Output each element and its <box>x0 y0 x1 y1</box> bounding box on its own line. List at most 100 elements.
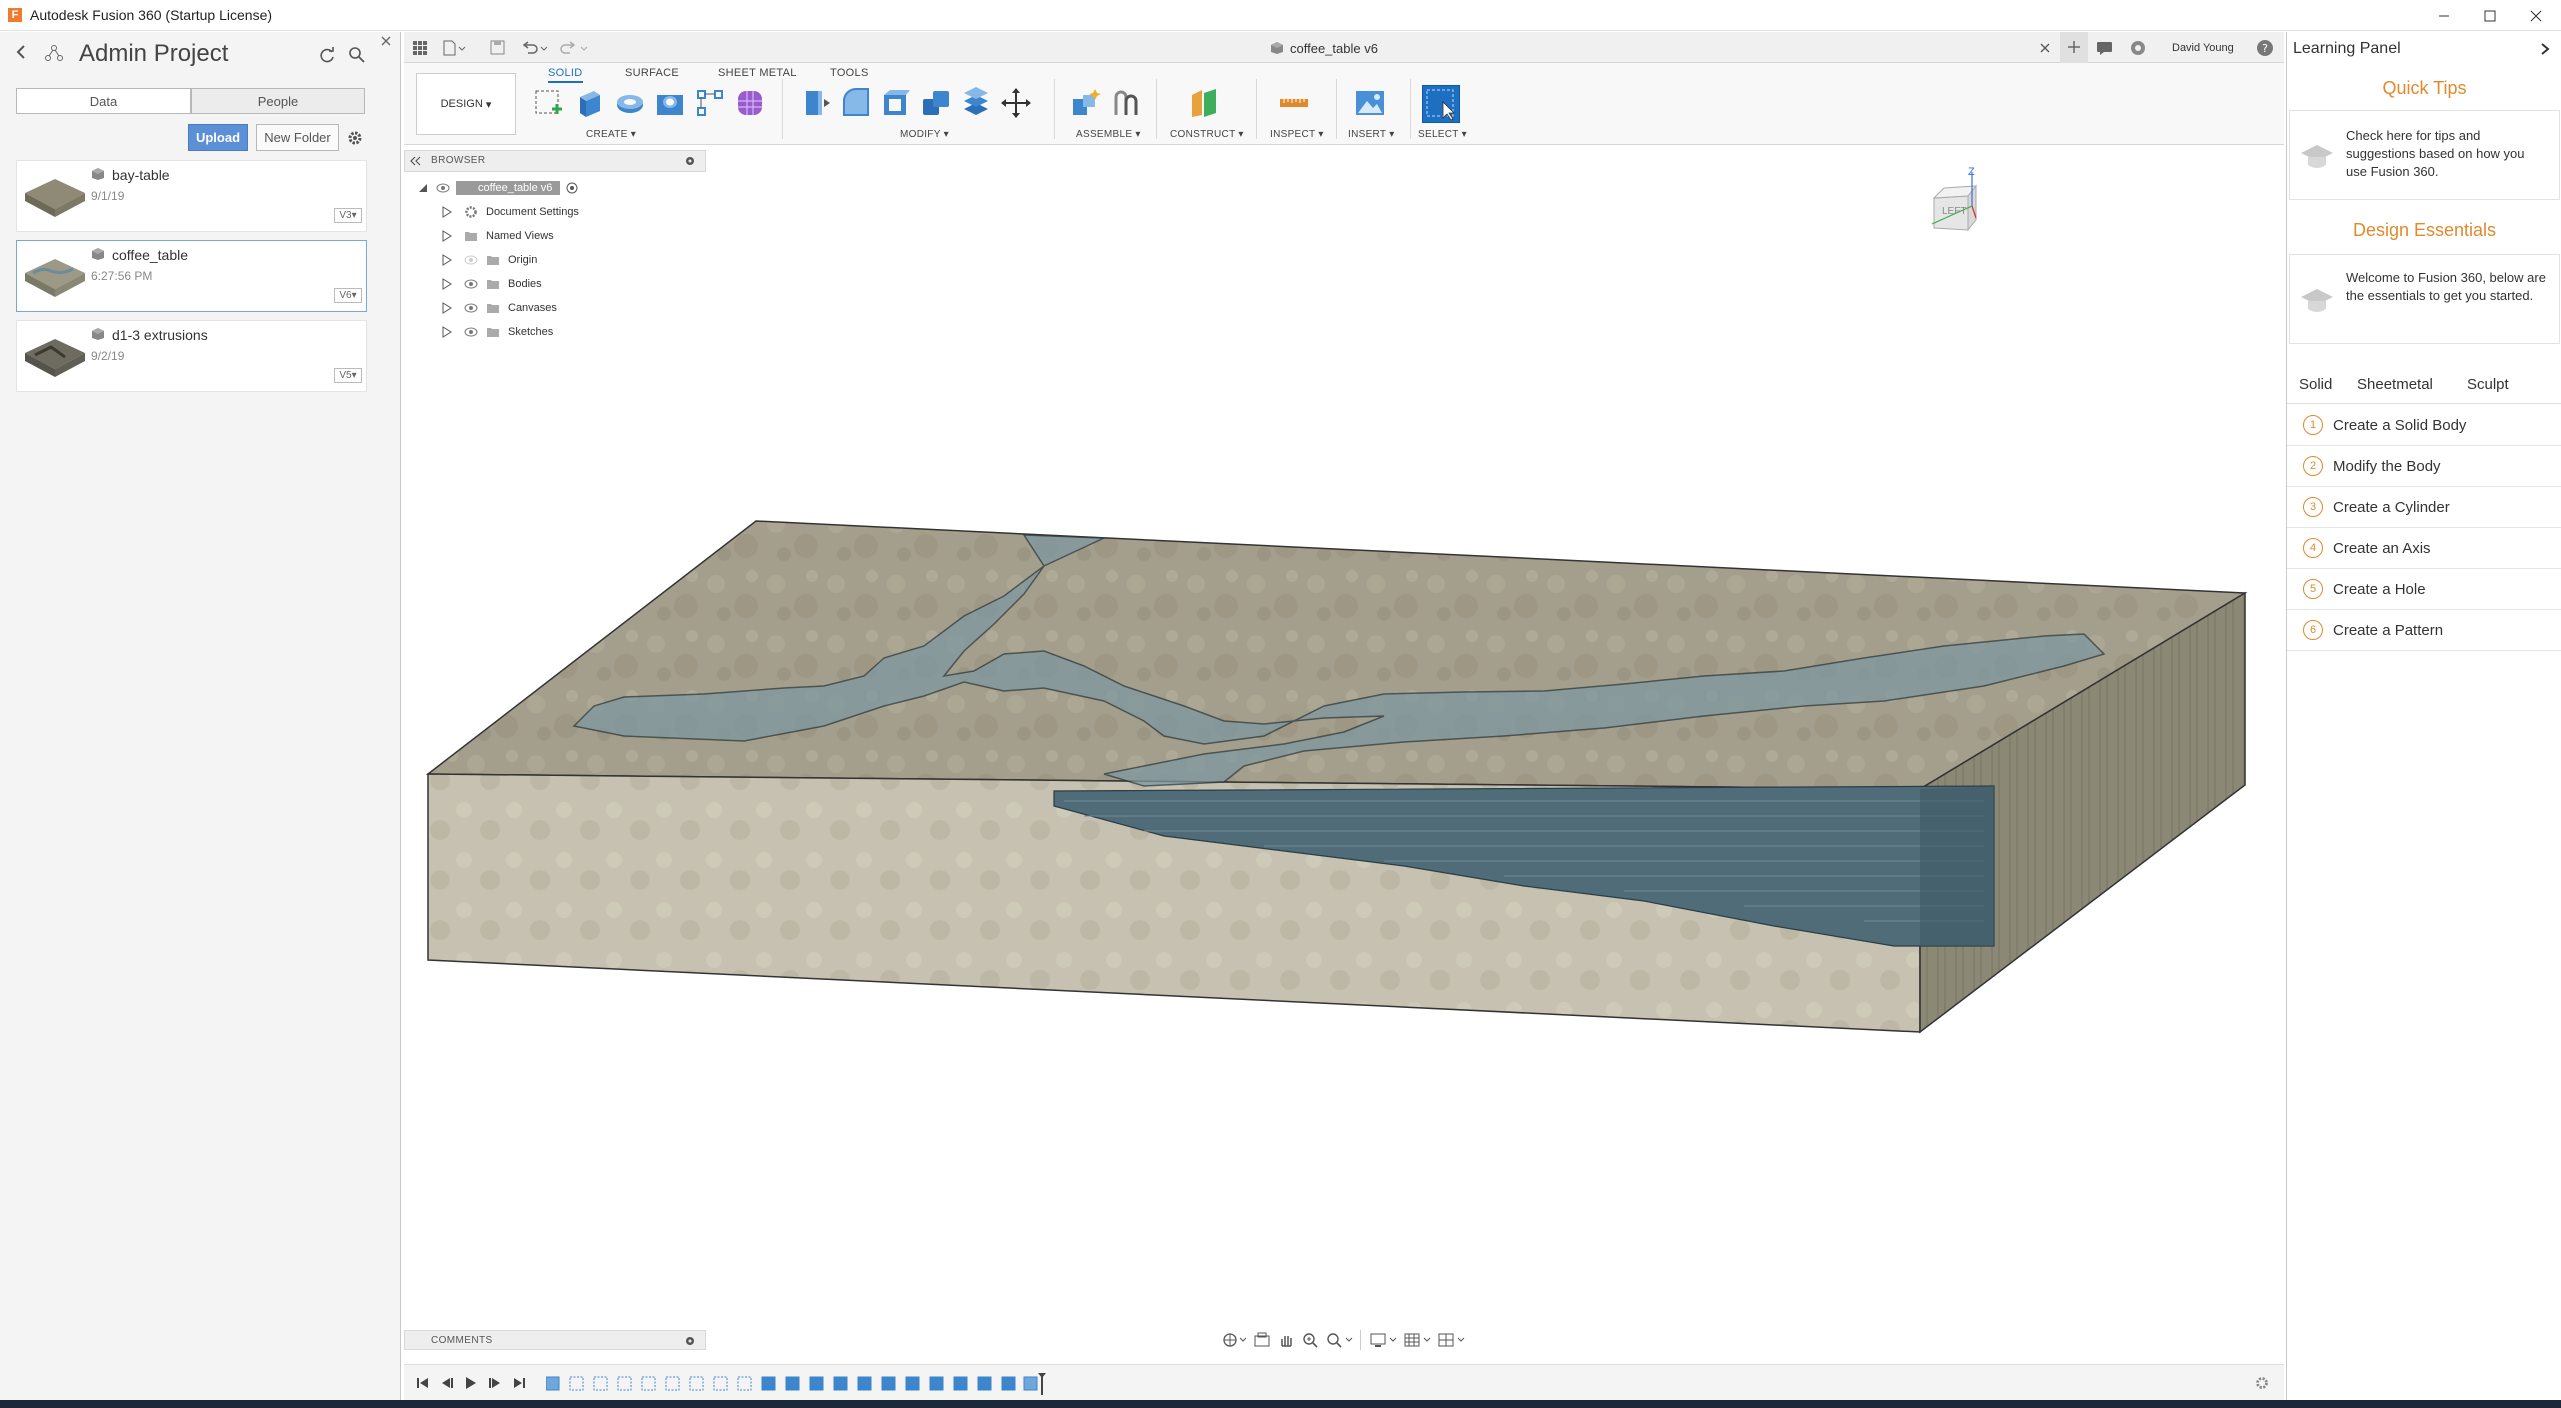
construct-menu[interactable]: CONSTRUCT ▾ <box>1170 129 1244 140</box>
expand-triangle-icon[interactable] <box>442 278 452 290</box>
pan-icon[interactable] <box>1278 1332 1294 1348</box>
shell-icon[interactable] <box>880 87 912 119</box>
undo-icon[interactable] <box>520 40 550 56</box>
tab-surface[interactable]: SURFACE <box>625 67 679 79</box>
file-item-bay-table[interactable]: bay-table 9/1/19 V3▾ <box>16 160 367 232</box>
fillet-icon[interactable] <box>840 87 872 119</box>
zoom-icon[interactable] <box>1302 1332 1318 1348</box>
browser-item-sketches[interactable]: Sketches <box>442 322 553 342</box>
press-pull-icon[interactable] <box>800 87 832 119</box>
view-cube[interactable]: LEFT Z <box>1924 166 2004 246</box>
expand-triangle-icon[interactable] <box>442 254 452 266</box>
insert-image-icon[interactable] <box>1354 87 1386 119</box>
step-create-cylinder[interactable]: 3 Create a Cylinder <box>2287 487 2561 528</box>
tab-solid-learning[interactable]: Solid <box>2299 376 2332 393</box>
new-component-icon[interactable] <box>1070 87 1102 119</box>
version-dropdown[interactable]: V6▾ <box>334 288 362 303</box>
visibility-eye-icon[interactable] <box>436 183 450 193</box>
visibility-eye-icon[interactable] <box>464 303 478 313</box>
collapse-triangle-icon[interactable] <box>418 183 428 193</box>
step-create-pattern[interactable]: 6 Create a Pattern <box>2287 610 2561 651</box>
select-menu[interactable]: SELECT ▾ <box>1418 129 1467 140</box>
tab-sheetmetal-learning[interactable]: Sheetmetal <box>2357 376 2433 393</box>
step-create-axis[interactable]: 4 Create an Axis <box>2287 528 2561 569</box>
go-to-end-icon[interactable] <box>512 1376 526 1390</box>
root-component-label[interactable]: coffee_table v6 <box>456 181 561 195</box>
new-folder-button[interactable]: New Folder <box>256 124 339 151</box>
create-sketch-icon[interactable] <box>532 87 564 119</box>
look-at-icon[interactable] <box>1254 1332 1270 1348</box>
version-dropdown[interactable]: V3▾ <box>334 208 362 223</box>
close-window-button[interactable] <box>2513 0 2559 31</box>
file-item-d1-3-extrusions[interactable]: d1-3 extrusions 9/2/19 V5▾ <box>16 320 367 392</box>
job-status-icon[interactable] <box>2130 40 2146 56</box>
browser-item-bodies[interactable]: Bodies <box>442 274 542 294</box>
hole-icon[interactable] <box>654 87 686 119</box>
collapse-browser-icon[interactable] <box>409 156 421 166</box>
display-settings-icon[interactable] <box>1370 1332 1398 1348</box>
step-back-icon[interactable] <box>440 1376 454 1390</box>
gear-icon[interactable] <box>346 129 364 147</box>
back-arrow-icon[interactable] <box>14 44 28 60</box>
comments-panel[interactable]: COMMENTS <box>404 1330 706 1350</box>
measure-icon[interactable] <box>1278 87 1310 119</box>
move-icon[interactable] <box>1000 87 1032 119</box>
browser-root[interactable]: coffee_table v6 <box>418 178 578 198</box>
step-modify-body[interactable]: 2 Modify the Body <box>2287 446 2561 487</box>
extrude-icon[interactable] <box>574 87 606 119</box>
play-icon[interactable] <box>464 1376 478 1390</box>
step-create-hole[interactable]: 5 Create a Hole <box>2287 569 2561 610</box>
expand-triangle-icon[interactable] <box>442 206 452 218</box>
create-form-icon[interactable] <box>734 87 766 119</box>
timeline-features[interactable] <box>546 1373 1056 1395</box>
notifications-icon[interactable] <box>2096 40 2114 56</box>
browser-item-origin[interactable]: Origin <box>442 250 537 270</box>
expand-triangle-icon[interactable] <box>442 230 452 242</box>
offset-face-icon[interactable] <box>960 87 992 119</box>
collapse-panel-chevron-icon[interactable] <box>2539 42 2551 56</box>
user-name[interactable]: David Young <box>2172 42 2234 54</box>
tab-people[interactable]: People <box>191 88 365 114</box>
activate-radio-icon[interactable] <box>566 182 578 194</box>
quick-tips-card[interactable]: Check here for tips and suggestions base… <box>2289 110 2560 200</box>
tab-tools[interactable]: TOOLS <box>830 67 869 79</box>
tab-sculpt-learning[interactable]: Sculpt <box>2467 376 2509 393</box>
visibility-eye-icon[interactable] <box>464 327 478 337</box>
step-create-solid-body[interactable]: 1 Create a Solid Body <box>2287 405 2561 446</box>
workspace-switcher[interactable]: DESIGN ▾ <box>416 73 516 135</box>
zoom-window-icon[interactable] <box>1326 1332 1354 1348</box>
browser-item-named-views[interactable]: Named Views <box>442 226 554 246</box>
app-grid-icon[interactable] <box>412 40 428 56</box>
search-icon[interactable] <box>348 46 366 64</box>
viewports-icon[interactable] <box>1438 1332 1466 1348</box>
browser-item-document-settings[interactable]: Document Settings <box>442 202 579 222</box>
comments-options-icon[interactable] <box>685 1336 695 1346</box>
document-tab-title[interactable]: coffee_table v6 <box>1290 41 1378 56</box>
new-tab-button[interactable] <box>2060 32 2088 63</box>
visibility-eye-hidden-icon[interactable] <box>464 255 478 265</box>
select-tool[interactable] <box>1422 85 1460 123</box>
redo-icon[interactable] <box>560 40 590 56</box>
help-icon[interactable]: ? <box>2256 39 2274 57</box>
grid-settings-icon[interactable] <box>1404 1332 1432 1348</box>
maximize-button[interactable] <box>2467 0 2513 31</box>
modify-menu[interactable]: MODIFY ▾ <box>900 129 949 140</box>
minimize-button[interactable] <box>2421 0 2467 31</box>
combine-icon[interactable] <box>920 87 952 119</box>
file-menu-icon[interactable] <box>442 40 466 56</box>
offset-plane-icon[interactable] <box>1188 87 1220 119</box>
assemble-menu[interactable]: ASSEMBLE ▾ <box>1076 129 1141 140</box>
expand-triangle-icon[interactable] <box>442 302 452 314</box>
joint-icon[interactable] <box>1110 87 1142 119</box>
timeline-settings-gear-icon[interactable] <box>2254 1375 2270 1391</box>
file-item-coffee-table[interactable]: coffee_table 6:27:56 PM V6▾ <box>16 240 367 312</box>
insert-menu[interactable]: INSERT ▾ <box>1348 129 1395 140</box>
browser-panel-header[interactable]: BROWSER <box>404 150 706 172</box>
go-to-start-icon[interactable] <box>416 1376 430 1390</box>
orbit-icon[interactable] <box>1222 1332 1246 1348</box>
design-essentials-card[interactable]: Welcome to Fusion 360, below are the ess… <box>2289 254 2560 344</box>
tab-data[interactable]: Data <box>16 88 191 114</box>
close-tab-icon[interactable] <box>2040 43 2050 53</box>
tab-solid[interactable]: SOLID <box>548 67 583 83</box>
close-panel-icon[interactable] <box>380 35 392 47</box>
